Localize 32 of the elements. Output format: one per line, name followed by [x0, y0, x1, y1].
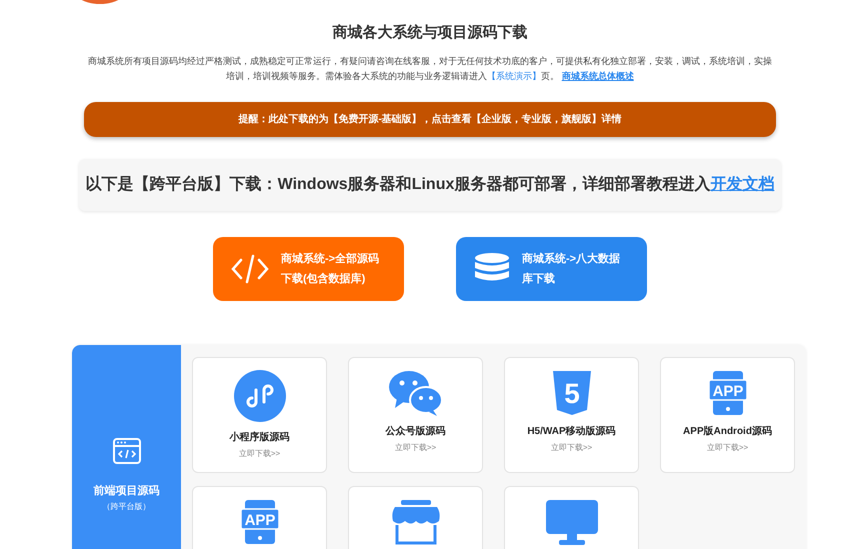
demo-link[interactable]: 【系统演示】	[487, 71, 542, 81]
monitor-icon	[544, 499, 598, 545]
download-card[interactable]: APP APP版Android源码 立即下载>>	[660, 357, 795, 473]
description-text: 商城系统所有项目源码均经过严格测试，成熟稳定可正常运行，有疑问请咨询在线客服，对于无任何技术功底的客户，可提供私有化独立部署，安装，调试，系统培训，实操培训，培训视频等服务。需体验各大系统的功能与业务逻辑请进入【系统演示】页。 商城系统总体概述	[87, 55, 773, 83]
download-button[interactable]: 商城系统->全部源码下载(包含数据库)	[213, 237, 404, 301]
download-card[interactable]: 公众号版源码 立即下载>>	[348, 357, 483, 473]
code-icon	[231, 254, 269, 284]
section-title: 前端项目源码	[94, 484, 160, 499]
code-window-icon	[112, 436, 142, 465]
download-card[interactable]: APP	[192, 486, 327, 549]
storefront-icon	[390, 499, 440, 545]
download-link[interactable]: 立即下载>>	[706, 442, 748, 454]
card-title: H5/WAP移动版源码	[527, 424, 616, 439]
page-title: 商城各大系统与项目源码下载	[332, 23, 528, 42]
download-link[interactable]: 立即下载>>	[238, 448, 280, 460]
chat-bubbles-icon	[388, 370, 442, 416]
overview-link[interactable]: 商城系统总体概述	[562, 71, 634, 81]
card-title: APP版Android源码	[683, 424, 772, 439]
link-circle-icon	[234, 370, 286, 422]
download-link[interactable]: 立即下载>>	[394, 442, 436, 454]
download-card[interactable]: 5 H5/WAP移动版源码 立即下载>>	[504, 357, 639, 473]
download-button[interactable]: 商城系统->八大数据库下载	[456, 237, 647, 301]
section-subtitle: （跨平台版）	[102, 501, 150, 514]
shield-icon: 5	[552, 370, 592, 416]
download-link[interactable]: 立即下载>>	[550, 442, 592, 454]
platform-banner: 以下是【跨平台版】下载：Windows服务器和Linux服务器都可部署，详细部署教程进入开发文档	[79, 159, 781, 211]
card-title: 小程序版源码	[230, 430, 290, 445]
download-card[interactable]: 小程序版源码 立即下载>>	[192, 357, 327, 473]
dev-docs-link[interactable]: 开发文档	[710, 176, 774, 193]
notice-banner[interactable]: 提醒：此处下载的为【免费开源-基础版】，点击查看【企业版，专业版，旗舰版】详情	[84, 102, 776, 137]
card-title: 公众号版源码	[386, 424, 446, 439]
section-sidebar[interactable]: 前端项目源码 （跨平台版）	[72, 345, 181, 549]
